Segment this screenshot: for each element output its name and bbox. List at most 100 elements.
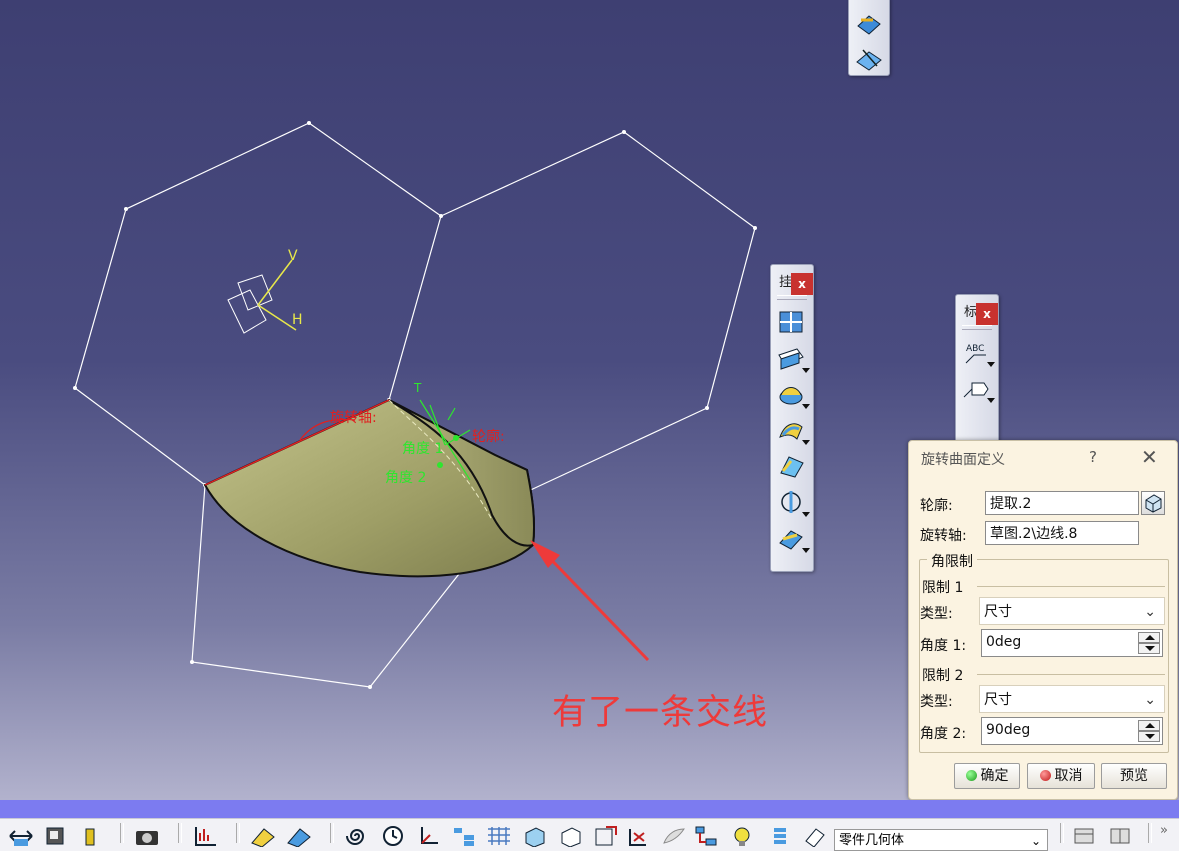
- limit2-divider: [977, 674, 1165, 675]
- body-select[interactable]: 零件几何体 ⌄: [834, 829, 1048, 851]
- toolbar-grip[interactable]: [777, 295, 807, 300]
- grid-icon[interactable]: [486, 825, 512, 851]
- v-axis-label: V: [288, 248, 298, 264]
- profile-pick-icon[interactable]: [1141, 491, 1165, 515]
- axis-system-icon[interactable]: [416, 825, 442, 851]
- sketch-vertices: [73, 121, 757, 689]
- preview-button[interactable]: 预览: [1101, 763, 1167, 789]
- profile-field[interactable]: 提取.2: [985, 491, 1139, 515]
- spiral-icon[interactable]: [344, 825, 370, 851]
- ok-label: 确定: [980, 768, 1009, 784]
- type2-value: 尺寸: [984, 692, 1012, 708]
- feather-icon[interactable]: [660, 825, 686, 851]
- axis-label: 旋转轴:: [920, 528, 967, 544]
- flag-note-icon[interactable]: [956, 370, 996, 406]
- toolbar-close-button[interactable]: x: [791, 273, 813, 295]
- stack-icon[interactable]: [768, 825, 794, 851]
- help-button[interactable]: ?: [1089, 448, 1097, 466]
- split-surface-icon[interactable]: [771, 304, 811, 340]
- h-axis-label: H: [292, 312, 303, 328]
- plane-icon[interactable]: [286, 825, 312, 851]
- toolbar-button-extrude[interactable]: [849, 41, 889, 77]
- sketch-icon[interactable]: [250, 825, 276, 851]
- profile-callout-label: 轮廓:: [472, 428, 505, 445]
- cancel-label: 取消: [1054, 768, 1083, 784]
- axis-field[interactable]: 草图.2\边线.8: [985, 521, 1139, 545]
- rotate-icon[interactable]: [80, 825, 100, 851]
- toolbar-button-sweep[interactable]: [849, 7, 889, 43]
- angle2-decrement-button[interactable]: [1138, 731, 1160, 742]
- offset-surface-icon[interactable]: [771, 484, 811, 520]
- dialog-close-button[interactable]: ✕: [1141, 445, 1158, 469]
- angle1-callout-label: 角度 1: [402, 441, 443, 457]
- revolved-surface[interactable]: [203, 398, 536, 578]
- ok-icon: [965, 770, 977, 781]
- 3d-viewport[interactable]: V H 旋转轴: 轮廓: T 角度 1 角度 2 挂 x 标 x ABC 有了一…: [0, 0, 1179, 800]
- blend-surface-icon[interactable]: [771, 520, 811, 556]
- measure-icon[interactable]: [192, 825, 218, 851]
- angle1-spinner[interactable]: 0deg: [981, 629, 1163, 657]
- toolbar2-grip[interactable]: [962, 325, 992, 330]
- svg-text:ABC: ABC: [966, 344, 984, 354]
- ok-button[interactable]: 确定: [954, 763, 1020, 789]
- hide-show-icon[interactable]: [626, 825, 652, 851]
- angle1-value: 0deg: [986, 634, 1022, 650]
- panel-icon[interactable]: [1108, 825, 1134, 851]
- angle-limits-title: 角限制: [927, 551, 977, 571]
- angle2-value: 90deg: [986, 722, 1031, 738]
- angle2-label: 角度 2:: [920, 726, 967, 742]
- box-view-icon[interactable]: [522, 825, 548, 851]
- revolve-surface-icon[interactable]: [771, 376, 811, 412]
- profile-label: 轮廓:: [920, 498, 953, 514]
- clock-icon[interactable]: [380, 825, 406, 851]
- angle2-spinner[interactable]: 90deg: [981, 717, 1163, 745]
- separator: [120, 823, 124, 843]
- separator: [330, 823, 334, 843]
- limit1-divider: [977, 586, 1165, 587]
- extrude-surface-icon[interactable]: [771, 340, 811, 376]
- top-floating-toolbar[interactable]: [848, 0, 890, 76]
- pan-icon[interactable]: [44, 825, 68, 851]
- surfaces-toolbar[interactable]: 挂 x: [770, 264, 814, 572]
- chevron-down-icon: ⌄: [1144, 692, 1156, 708]
- light-bulb-icon[interactable]: [730, 825, 756, 851]
- limit1-label: 限制 1: [922, 580, 964, 596]
- sketch-wireframe[interactable]: [74, 122, 756, 688]
- hierarchy-icon[interactable]: [694, 825, 720, 851]
- layout-icon[interactable]: [1072, 825, 1098, 851]
- angle1-increment-button[interactable]: [1138, 632, 1160, 643]
- chevron-down-icon: ⌄: [1030, 834, 1041, 848]
- separator: [236, 823, 240, 843]
- chevron-down-icon: ⌄: [1144, 604, 1156, 620]
- angle2-increment-button[interactable]: [1138, 720, 1160, 731]
- bottom-toolbar[interactable]: 零件几何体 ⌄ »: [0, 818, 1179, 851]
- status-strip: [0, 800, 1179, 818]
- type2-label: 类型:: [920, 694, 953, 710]
- type1-value: 尺寸: [984, 604, 1012, 620]
- cancel-button[interactable]: 取消: [1027, 763, 1095, 789]
- axis-callout-label: 旋转轴:: [330, 410, 377, 426]
- type1-select[interactable]: 尺寸 ⌄: [979, 597, 1165, 625]
- cube-icon[interactable]: [558, 825, 584, 851]
- type1-label: 类型:: [920, 606, 953, 622]
- cancel-icon: [1039, 770, 1051, 781]
- sweep-surface-icon[interactable]: [771, 412, 811, 448]
- normal-view-icon[interactable]: [592, 825, 618, 851]
- fill-surface-icon[interactable]: [771, 448, 811, 484]
- annotation-toolbar[interactable]: 标 x ABC: [955, 294, 999, 446]
- body-select-value: 零件几何体: [839, 833, 905, 848]
- annotation-arrow-shaft: [538, 546, 650, 662]
- fit-all-icon[interactable]: [8, 825, 34, 851]
- annotation-text: 有了一条交线: [552, 693, 769, 733]
- camera-icon[interactable]: [134, 825, 160, 851]
- overflow-chevron[interactable]: »: [1160, 823, 1168, 838]
- revolve-definition-dialog[interactable]: 旋转曲面定义 ? ✕ 轮廓: 提取.2 旋转轴: 草图.2\边线.8 角限制 限…: [908, 440, 1178, 800]
- tree-icon[interactable]: [452, 825, 478, 851]
- text-annotation-icon[interactable]: ABC: [956, 334, 996, 370]
- type2-select[interactable]: 尺寸 ⌄: [979, 685, 1165, 713]
- sketch-axis-system[interactable]: V H: [227, 248, 303, 334]
- angle1-decrement-button[interactable]: [1138, 643, 1160, 654]
- toolbar2-close-button[interactable]: x: [976, 303, 998, 325]
- eraser-icon[interactable]: [802, 825, 828, 851]
- angle2-callout-label: 角度 2: [385, 470, 426, 486]
